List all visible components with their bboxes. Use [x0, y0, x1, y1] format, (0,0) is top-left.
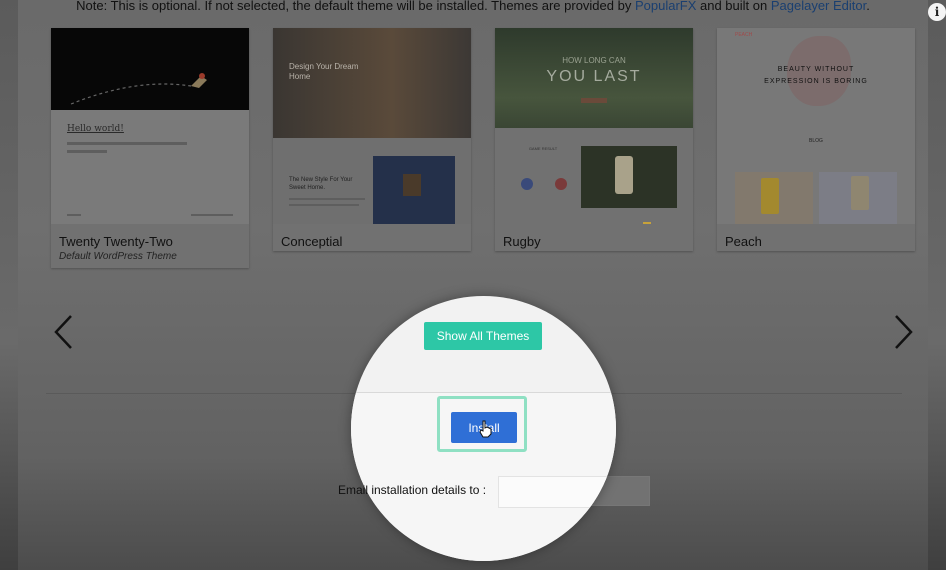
email-label: Email installation details to :	[351, 483, 487, 497]
show-all-themes-button[interactable]: Show All Themes	[424, 322, 542, 350]
theme-card-conceptial[interactable]: Design Your Dream Home The New Style For…	[273, 28, 471, 251]
theme-subtitle: Default WordPress Theme	[59, 251, 177, 262]
hand-cursor-icon	[479, 420, 492, 438]
theme-note: Note: This is optional. If not selected,…	[0, 0, 946, 13]
theme-thumbnail: PEACH BEAUTY WITHOUT EXPRESSION IS BORIN…	[717, 28, 915, 224]
theme-name: Rugby	[503, 234, 541, 249]
thumb-game-text: GAME RESULT	[528, 146, 558, 151]
theme-name: Conceptial	[281, 234, 343, 249]
thumb-tagline: HOW LONG CAN	[562, 56, 626, 65]
theme-card-twenty-twenty-two[interactable]: Hello world! Twenty Twenty-Two Default W…	[51, 28, 249, 268]
thumb-headline: YOU LAST	[546, 68, 642, 85]
theme-name: Twenty Twenty-Two	[59, 234, 173, 249]
note-middle: and built on	[696, 0, 771, 13]
theme-card-rugby[interactable]: HOW LONG CAN YOU LAST GAME RESULT Rugby	[495, 28, 693, 251]
theme-name: Peach	[725, 234, 762, 249]
theme-thumbnail: Design Your Dream Home The New Style For…	[273, 28, 471, 224]
page-overlay: Note: This is optional. If not selected,…	[0, 0, 946, 570]
thumb-hero-text: Design Your Dream Home	[289, 62, 359, 81]
thumb-hello-text: Hello world!	[67, 124, 124, 134]
chevron-right-icon[interactable]	[892, 312, 916, 352]
thumb-section: BLOG	[809, 138, 823, 144]
note-suffix: .	[866, 0, 870, 13]
zoom-magnifier: Show All Themes Install Email installati…	[351, 296, 616, 561]
thumb-headline: BEAUTY WITHOUT EXPRESSION IS BORING	[764, 66, 868, 85]
note-prefix: Note: This is optional. If not selected,…	[76, 0, 635, 13]
theme-thumbnail: HOW LONG CAN YOU LAST GAME RESULT	[495, 28, 693, 224]
chevron-left-icon[interactable]	[51, 312, 75, 352]
email-input[interactable]	[498, 476, 616, 508]
popularfx-link[interactable]: PopularFX	[635, 0, 696, 13]
pagelayer-link[interactable]: Pagelayer Editor	[771, 0, 866, 13]
info-icon[interactable]: i	[928, 3, 946, 21]
thumb-logo: PEACH	[735, 32, 753, 38]
thumb-section-text: The New Style For Your Sweet Home.	[289, 177, 353, 191]
theme-card-peach[interactable]: PEACH BEAUTY WITHOUT EXPRESSION IS BORIN…	[717, 28, 915, 251]
theme-thumbnail: Hello world!	[51, 28, 249, 224]
bird-illustration	[70, 73, 207, 105]
